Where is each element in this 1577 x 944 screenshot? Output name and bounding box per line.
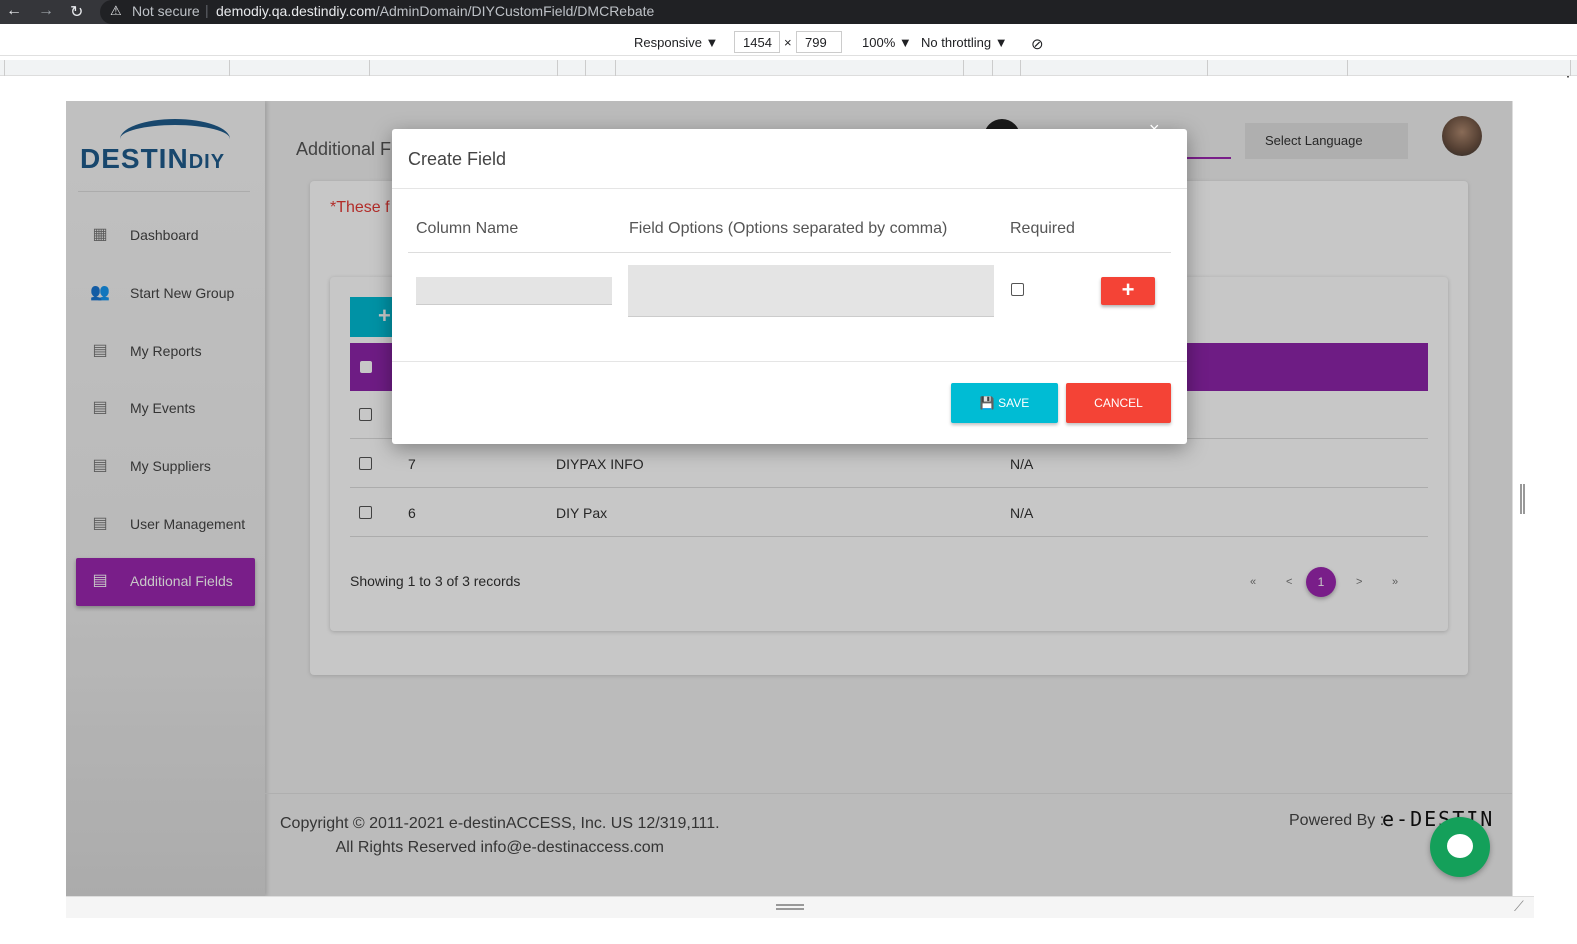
- device-label: Responsive: [634, 35, 702, 50]
- chat-button[interactable]: [1430, 817, 1490, 877]
- resize-handle-icon[interactable]: [1520, 484, 1525, 514]
- height-input[interactable]: 799: [796, 31, 842, 53]
- back-icon[interactable]: ←: [6, 2, 22, 20]
- save-label: SAVE: [998, 396, 1030, 410]
- divider: [392, 361, 1187, 362]
- address-separator: |: [205, 2, 209, 18]
- times-sign: ×: [784, 35, 792, 50]
- ruler-mark: [1570, 60, 1571, 76]
- device-select[interactable]: Responsive ▼: [634, 35, 718, 50]
- cancel-button[interactable]: CANCEL: [1066, 383, 1171, 423]
- save-icon: 💾: [979, 396, 995, 410]
- divider: [408, 252, 1171, 253]
- resize-corner-icon[interactable]: ⟋: [1514, 898, 1524, 915]
- url-text[interactable]: demodiy.qa.destindiy.com/AdminDomain/DIY…: [216, 3, 654, 19]
- zoom-select[interactable]: 100% ▼: [862, 35, 912, 50]
- url-path: /AdminDomain/DIYCustomField/DMCRebate: [375, 3, 655, 19]
- modal-title: Create Field: [408, 149, 507, 169]
- browser-toolbar: ← → ↻ ⚠ Not secure | demodiy.qa.destindi…: [0, 0, 1577, 24]
- divider: [392, 188, 1187, 189]
- close-icon[interactable]: ×: [1149, 119, 1160, 140]
- resize-handle-icon[interactable]: [776, 904, 804, 910]
- reload-icon[interactable]: ↻: [70, 2, 83, 22]
- save-button[interactable]: 💾 SAVE: [951, 383, 1058, 423]
- address-bar[interactable]: ⚠ Not secure | demodiy.qa.destindiy.com/…: [100, 0, 1577, 24]
- ruler-mark: [1347, 60, 1348, 76]
- chat-icon: [1447, 834, 1473, 858]
- field-options-header: Field Options (Options separated by comm…: [629, 220, 948, 237]
- rotate-icon[interactable]: ⊘: [1031, 35, 1044, 53]
- forward-icon[interactable]: →: [38, 2, 54, 20]
- ruler-mark: [4, 60, 5, 76]
- warning-icon: ⚠: [110, 3, 122, 18]
- field-options-input[interactable]: [628, 265, 994, 317]
- device-toolbar: Responsive ▼ 1454 × 799 100% ▼ No thrott…: [0, 28, 1577, 80]
- ruler-mark: [585, 60, 586, 76]
- throttling-select[interactable]: No throttling ▼: [921, 35, 1008, 50]
- ruler-mark: [963, 60, 964, 76]
- add-row-button[interactable]: +: [1101, 277, 1155, 305]
- throttling-label: No throttling: [921, 35, 992, 50]
- ruler-mark: [615, 60, 616, 76]
- ruler-mark: [557, 60, 558, 76]
- ruler-mark: [1207, 60, 1208, 76]
- required-header: Required: [1010, 220, 1075, 237]
- media-query-ruler[interactable]: [0, 60, 1577, 76]
- not-secure-label: Not secure: [132, 3, 200, 19]
- ruler-mark: [229, 60, 230, 76]
- ruler-mark: [369, 60, 370, 76]
- ruler-mark: [992, 60, 993, 76]
- url-host: demodiy.qa.destindiy.com: [216, 3, 376, 19]
- required-checkbox[interactable]: [1011, 283, 1024, 296]
- zoom-label: 100%: [862, 35, 896, 50]
- create-field-modal: × Create Field Column Name Field Options…: [392, 119, 1187, 444]
- column-name-header: Column Name: [416, 220, 519, 237]
- column-name-input[interactable]: [416, 277, 612, 305]
- ruler-mark: [1020, 60, 1021, 76]
- width-input[interactable]: 1454: [734, 31, 780, 53]
